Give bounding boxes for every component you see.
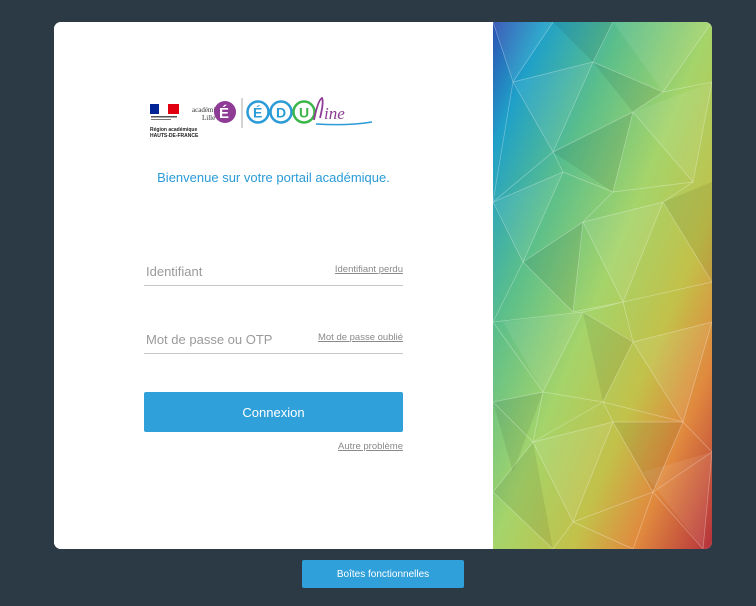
edu-letter-e: É bbox=[253, 105, 262, 121]
marianne-flag-icon bbox=[150, 104, 179, 120]
edu-letter-u: U bbox=[299, 105, 309, 121]
welcome-message: Bienvenue sur votre portail académique. bbox=[157, 170, 390, 185]
password-input[interactable] bbox=[146, 332, 306, 347]
login-button[interactable]: Connexion bbox=[144, 392, 403, 432]
academie-e-letter: É bbox=[219, 105, 229, 122]
region-line2: HAUTS-DE-FRANCE bbox=[150, 133, 199, 139]
login-card: Région académique HAUTS-DE-FRANCE académ… bbox=[54, 22, 712, 549]
identifier-field: Identifiant perdu bbox=[144, 257, 403, 286]
other-problem-link[interactable]: Autre problème bbox=[338, 441, 403, 452]
identifier-input[interactable] bbox=[146, 264, 306, 279]
edu-suffix: ine bbox=[324, 104, 345, 123]
identifier-lost-link[interactable]: Identifiant perdu bbox=[335, 264, 403, 275]
edu-line-logo: Région académique HAUTS-DE-FRANCE académ… bbox=[150, 96, 373, 139]
password-forgot-link[interactable]: Mot de passe oublié bbox=[318, 332, 403, 343]
academie-line2: Lille bbox=[202, 114, 215, 122]
login-panel: Région académique HAUTS-DE-FRANCE académ… bbox=[54, 22, 493, 549]
low-poly-background-image bbox=[493, 22, 712, 549]
password-field: Mot de passe oublié bbox=[144, 325, 403, 354]
edu-letter-d: D bbox=[276, 105, 286, 121]
toolbox-button[interactable]: Boîtes fonctionnelles bbox=[302, 560, 464, 588]
